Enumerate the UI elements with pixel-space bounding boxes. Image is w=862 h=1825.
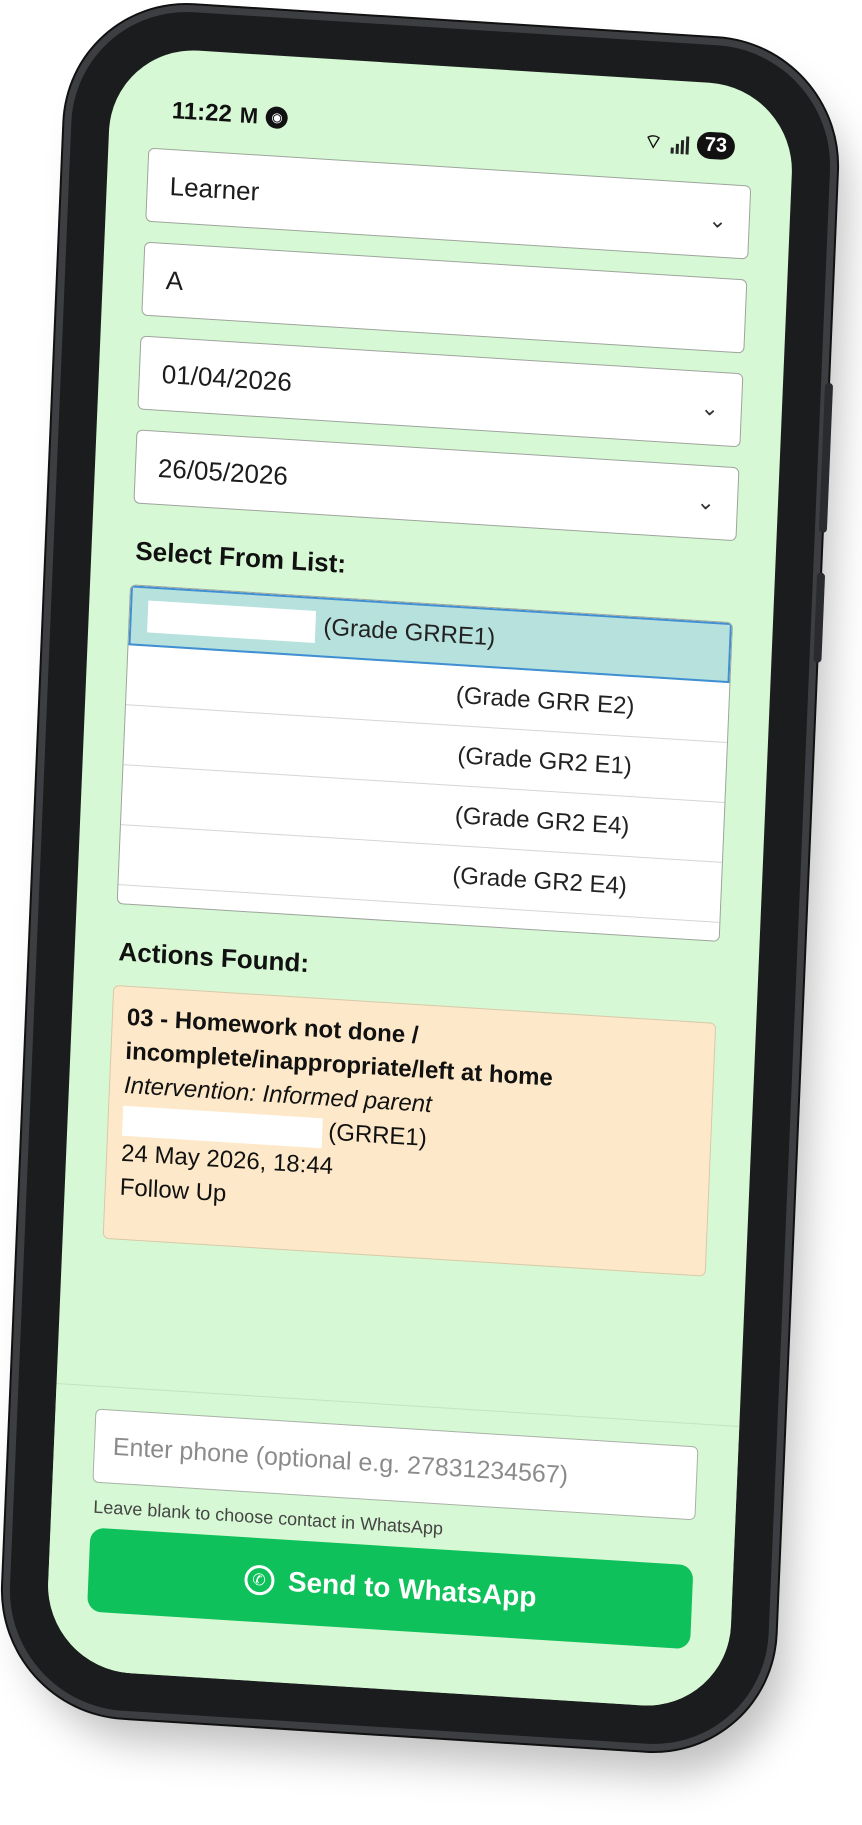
phone-frame: 11:22 M ◉ ⌔ 73 Learner ⌄ A 01/04/2026 ⌄ … — [5, 4, 835, 1752]
chevron-down-icon: ⌄ — [707, 206, 728, 234]
list-item-label: (Grade GR2 E1) — [456, 741, 633, 780]
battery-indicator: 73 — [696, 131, 736, 161]
send-whatsapp-label: Send to WhatsApp — [287, 1565, 538, 1613]
date-to-select[interactable]: 26/05/2026 ⌄ — [133, 429, 740, 542]
date-from-select[interactable]: 01/04/2026 ⌄ — [137, 335, 744, 448]
stage: 11:22 M ◉ ⌔ 73 Learner ⌄ A 01/04/2026 ⌄ … — [0, 0, 862, 1825]
date-from-value: 01/04/2026 — [161, 358, 293, 397]
type-select[interactable]: Learner ⌄ — [145, 147, 752, 260]
list-item-label: (Grade GR2 E4) — [454, 801, 630, 840]
gmail-icon: M — [239, 102, 259, 129]
chevron-down-icon: ⌄ — [699, 394, 720, 421]
status-time: 11:22 — [171, 97, 233, 128]
redacted-name — [147, 600, 317, 643]
action-card-grade: (GRRE1) — [327, 1118, 428, 1152]
search-input[interactable]: A — [141, 241, 748, 354]
signal-icon — [670, 133, 690, 155]
learner-list[interactable]: (Grade GRRE1) (Grade GRR E2) (Grade GR2 … — [116, 584, 733, 942]
status-right: ⌔ 73 — [643, 128, 736, 161]
power-button — [813, 572, 826, 663]
chevron-down-icon: ⌄ — [696, 488, 716, 515]
whatsapp-icon: ✆ — [243, 1564, 275, 1597]
action-card[interactable]: 03 - Homework not done / incomplete/inap… — [102, 984, 717, 1277]
list-item-label: (Grade GR2 E4) — [451, 861, 628, 900]
list-item-label: (Grade GRRE1) — [322, 613, 496, 652]
date-to-value: 26/05/2026 — [157, 452, 289, 491]
phone-screen: 11:22 M ◉ ⌔ 73 Learner ⌄ A 01/04/2026 ⌄ … — [44, 45, 796, 1711]
volume-button — [818, 382, 834, 533]
list-item-label: (Grade GRR E2) — [455, 681, 635, 720]
phone-field-placeholder: Enter phone (optional e.g. 27831234567) — [112, 1432, 569, 1489]
whatsapp-panel: Enter phone (optional e.g. 27831234567) … — [44, 1383, 740, 1711]
status-left: 11:22 M ◉ — [171, 97, 289, 132]
app-notification-icon: ◉ — [265, 106, 289, 130]
main-content: Learner ⌄ A 01/04/2026 ⌄ 26/05/2026 ⌄ Se… — [102, 147, 752, 1277]
search-input-value: A — [165, 264, 184, 296]
wifi-icon: ⌔ — [643, 130, 664, 154]
type-select-value: Learner — [169, 170, 260, 207]
